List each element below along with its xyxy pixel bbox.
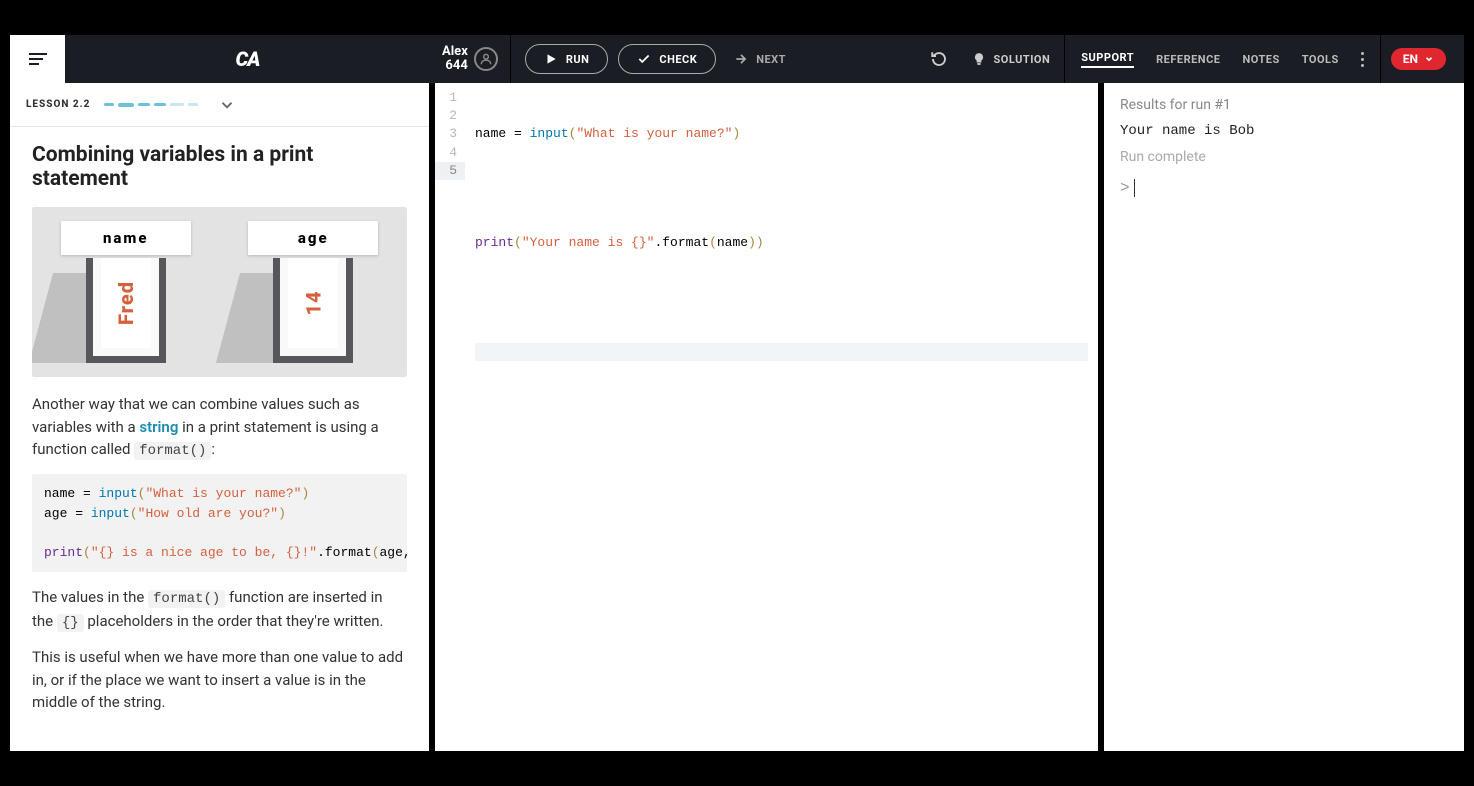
solution-label: SOLUTION <box>994 53 1051 66</box>
example-code-block: name = input("What is your name?") age =… <box>32 474 407 572</box>
menu-button[interactable] <box>10 35 65 83</box>
nav-support[interactable]: SUPPORT <box>1081 51 1134 68</box>
line-gutter: 1 2 3 4 5 <box>435 83 465 751</box>
next-label: NEXT <box>756 53 786 66</box>
top-nav: SUPPORT REFERENCE NOTES TOOLS <box>1065 51 1380 68</box>
run-label: RUN <box>566 53 590 66</box>
arrow-right-icon <box>734 52 748 66</box>
var2-label: age <box>248 221 378 255</box>
variables-illustration: name Fred age 14 <box>32 207 407 377</box>
output-pane: Results for run #1 Your name is Bob Run … <box>1104 83 1464 751</box>
var1-value: Fred <box>114 281 138 325</box>
editor-pane: 1 2 3 4 5 name = input("What is your nam… <box>435 83 1104 751</box>
check-button[interactable]: CHECK <box>618 44 716 74</box>
lesson-paragraph-2: The values in the format() function are … <box>32 586 407 634</box>
var1-label: name <box>61 221 191 255</box>
lesson-title: Combining variables in a print statement <box>32 143 407 191</box>
hamburger-icon <box>29 53 47 65</box>
check-label: CHECK <box>659 53 697 66</box>
format-code: format() <box>134 442 211 460</box>
string-link[interactable]: string <box>139 418 178 436</box>
lesson-label: LESSON 2.2 <box>26 99 90 110</box>
nav-reference[interactable]: REFERENCE <box>1156 53 1220 66</box>
more-menu-icon[interactable] <box>1361 52 1364 67</box>
run-button[interactable]: RUN <box>525 44 609 74</box>
lesson-bar: LESSON 2.2 <box>10 83 429 127</box>
solution-button[interactable]: SOLUTION <box>958 52 1065 66</box>
user-area[interactable]: Alex 644 <box>430 45 510 74</box>
topbar: CA Alex 644 RUN CHECK NEXT <box>10 35 1464 83</box>
lightbulb-icon <box>972 52 986 66</box>
lesson-progress[interactable] <box>104 103 198 107</box>
logo-icon: CA <box>236 47 260 71</box>
language-label: EN <box>1403 52 1418 66</box>
code-editor[interactable]: name = input("What is your name?") print… <box>465 83 1098 751</box>
output-line: Your name is Bob <box>1120 123 1448 139</box>
language-selector[interactable]: EN <box>1391 48 1446 70</box>
chevron-down-icon <box>1424 54 1434 64</box>
chevron-down-icon[interactable] <box>218 96 236 114</box>
var2-value: 14 <box>301 290 325 315</box>
play-icon <box>544 52 558 66</box>
avatar-icon <box>474 47 498 71</box>
cursor-icon <box>1134 179 1136 197</box>
logo-area: CA <box>65 47 430 71</box>
output-complete: Run complete <box>1120 149 1448 165</box>
nav-tools[interactable]: TOOLS <box>1302 53 1339 66</box>
undo-button[interactable] <box>920 50 958 68</box>
output-prompt[interactable]: > <box>1120 179 1448 197</box>
lesson-content[interactable]: Combining variables in a print statement… <box>10 127 429 751</box>
nav-notes[interactable]: NOTES <box>1242 53 1279 66</box>
lesson-paragraph-3: This is useful when we have more than on… <box>32 646 407 714</box>
check-icon <box>637 52 651 66</box>
user-points: 644 <box>442 59 468 73</box>
next-button[interactable]: NEXT <box>726 52 794 66</box>
user-name: Alex <box>442 45 468 59</box>
undo-icon <box>930 50 948 68</box>
output-title: Results for run #1 <box>1120 97 1448 113</box>
lesson-paragraph-1: Another way that we can combine values s… <box>32 393 407 462</box>
lesson-pane: LESSON 2.2 Combining variables in a prin… <box>10 83 435 751</box>
